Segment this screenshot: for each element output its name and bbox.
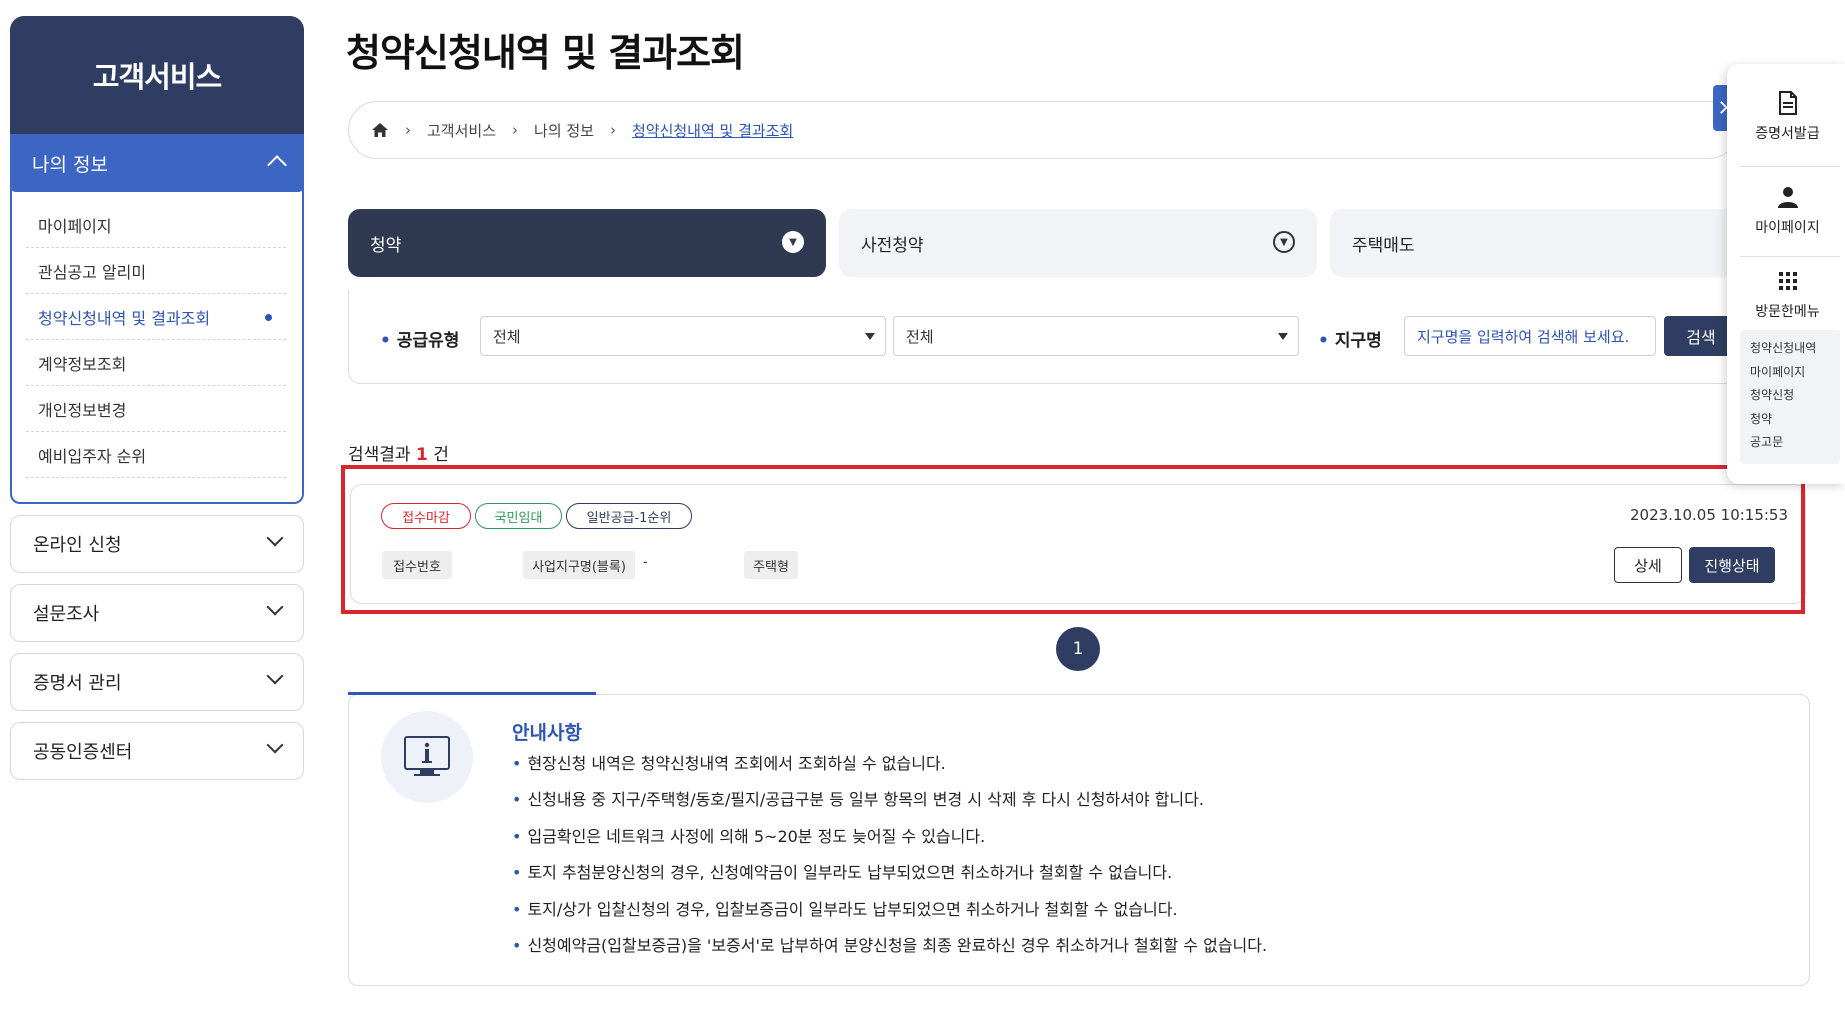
sidebar-item-contract-info[interactable]: 계약정보조회 bbox=[26, 340, 286, 386]
notice-item: • 현장신청 내역은 청약신청내역 조회에서 조회하실 수 없습니다. bbox=[512, 754, 946, 773]
tab-subscription[interactable]: 청약 ▼ bbox=[348, 209, 826, 277]
monitor-info-icon bbox=[404, 736, 450, 776]
chevron-down-icon bbox=[266, 667, 284, 685]
quick-visited-menu[interactable]: 방문한메뉴 bbox=[1730, 250, 1845, 340]
sidebar-group-label: 온라인 신청 bbox=[33, 535, 122, 556]
person-icon bbox=[1776, 185, 1800, 209]
sidebar-title: 고객서비스 bbox=[10, 16, 304, 134]
tab-house-sale[interactable]: 주택매도 bbox=[1330, 209, 1738, 277]
chevron-right-icon: › bbox=[405, 121, 411, 139]
notice-title: 안내사항 bbox=[512, 722, 582, 744]
chevron-down-circle-icon: ▼ bbox=[782, 231, 804, 253]
bullet-icon: • bbox=[380, 331, 391, 351]
recent-menu-item[interactable]: 청약신청내역 bbox=[1750, 338, 1830, 362]
sidebar-item-mypage[interactable]: 마이페이지 bbox=[26, 202, 286, 248]
recent-menu-item[interactable]: 청약 bbox=[1750, 409, 1830, 433]
sidebar-item-interest-alert[interactable]: 관심공고 알리미 bbox=[26, 248, 286, 294]
dropdown-arrow-icon bbox=[1278, 333, 1288, 340]
sidebar-group-label: 공동인증센터 bbox=[33, 742, 133, 763]
sidebar-group-label: 설문조사 bbox=[33, 604, 100, 625]
sidebar-group-my-info[interactable]: 나의 정보 bbox=[10, 134, 304, 192]
quick-item-label: 증명서발급 bbox=[1755, 126, 1820, 142]
select-value: 전체 bbox=[906, 327, 934, 346]
notice-list: • 현장신청 내역은 청약신청내역 조회에서 조회하실 수 없습니다. • 신청내용… bbox=[512, 752, 1267, 970]
quick-item-label: 방문한메뉴 bbox=[1755, 304, 1820, 320]
sidebar-item-waitlist-rank[interactable]: 예비입주자 순위 bbox=[26, 432, 286, 478]
input-placeholder: 지구명을 입력하여 검색해 보세요. bbox=[1417, 327, 1630, 346]
quick-certificate-issue[interactable]: 증명서발급 bbox=[1730, 72, 1845, 162]
notice-item: • 신청예약금(입찰보증금)을 '보증서'로 납부하여 분양신청을 최종 완료하신… bbox=[512, 935, 1268, 955]
quick-item-label: 마이페이지 bbox=[1755, 220, 1820, 236]
notice-item: • 신청내용 중 지구/주택형/동호/필지/공급구분 등 일부 항목의 변경 시 … bbox=[512, 790, 1204, 810]
chevron-right-icon: › bbox=[609, 121, 616, 139]
info-monitor-icon bbox=[381, 711, 473, 803]
document-icon bbox=[1776, 91, 1800, 115]
quick-mypage[interactable]: 마이페이지 bbox=[1730, 166, 1845, 256]
page-number-current[interactable]: 1 bbox=[1056, 627, 1100, 671]
sidebar-item-label: 마이페이지 bbox=[38, 216, 112, 236]
sidebar-item-label: 관심공고 알리미 bbox=[38, 262, 147, 282]
sidebar-item-application-results[interactable]: 청약신청내역 및 결과조회 bbox=[26, 294, 286, 340]
tab-label: 사전청약 bbox=[861, 235, 924, 256]
sidebar-group-online-apply[interactable]: 온라인 신청 bbox=[10, 515, 304, 573]
chevron-down-icon bbox=[266, 736, 284, 754]
breadcrumb-item[interactable]: 고객서비스 bbox=[427, 120, 496, 141]
recent-menu-item[interactable]: 공고문 bbox=[1750, 432, 1830, 456]
sidebar-item-personal-info[interactable]: 개인정보변경 bbox=[26, 386, 286, 432]
chevron-down-icon bbox=[266, 529, 284, 547]
grid-icon bbox=[1776, 269, 1800, 293]
tab-pre-subscription[interactable]: 사전청약 ▼ bbox=[839, 209, 1317, 277]
chevron-right-icon: › bbox=[512, 121, 519, 139]
district-label: • 지구명 bbox=[1318, 331, 1382, 351]
bullet-icon: • bbox=[1318, 331, 1329, 351]
recent-menu-list: 청약신청내역 마이페이지 청약신청 청약 공고문 bbox=[1740, 330, 1840, 464]
notice-item: • 토지/상가 입찰신청의 경우, 입찰보증금이 일부라도 납부되었으면 취소하거… bbox=[512, 899, 1178, 919]
recent-menu-item[interactable]: 청약신청 bbox=[1750, 385, 1830, 409]
select-value: 전체 bbox=[493, 327, 521, 346]
result-count: 검색결과 1 건 bbox=[348, 445, 449, 465]
dropdown-arrow-icon bbox=[865, 333, 875, 340]
supply-type-label: • 공급유형 bbox=[380, 331, 460, 351]
sidebar-group-label: 증명서 관리 bbox=[33, 673, 122, 694]
breadcrumb-item[interactable]: 나의 정보 bbox=[534, 120, 594, 141]
sidebar-group-cert-center[interactable]: 공동인증센터 bbox=[10, 722, 304, 780]
breadcrumb: › 고객서비스 › 나의 정보 › 청약신청내역 및 결과조회 bbox=[348, 101, 1738, 159]
sidebar-group-certificates[interactable]: 증명서 관리 bbox=[10, 653, 304, 711]
home-icon[interactable] bbox=[371, 122, 389, 138]
highlight-box bbox=[341, 465, 1805, 614]
district-search-input[interactable]: 지구명을 입력하여 검색해 보세요. bbox=[1404, 316, 1656, 356]
breadcrumb-current[interactable]: 청약신청내역 및 결과조회 bbox=[632, 120, 793, 141]
chevron-up-icon bbox=[267, 155, 287, 175]
tab-label: 주택매도 bbox=[1352, 235, 1415, 256]
notice-accent-bar bbox=[348, 692, 596, 695]
tab-label: 청약 bbox=[370, 235, 402, 256]
sidebar-item-label: 청약신청내역 및 결과조회 bbox=[38, 308, 211, 328]
page-title: 청약신청내역 및 결과조회 bbox=[346, 31, 745, 75]
notice-item: • 토지 추첨분양신청의 경우, 신청예약금이 일부라도 납부되었으면 취소하거나… bbox=[512, 863, 1173, 883]
selected-dot-icon bbox=[265, 314, 272, 321]
recent-menu-item[interactable]: 마이페이지 bbox=[1750, 362, 1830, 386]
supply-type-select-1[interactable]: 전체 bbox=[480, 316, 886, 356]
sidebar-group-survey[interactable]: 설문조사 bbox=[10, 584, 304, 642]
result-count-number: 1 bbox=[415, 445, 428, 465]
sidebar-item-label: 예비입주자 순위 bbox=[38, 446, 147, 466]
notice-item: • 입금확인은 네트워크 사정에 의해 5~20분 정도 늦어질 수 있습니다. bbox=[512, 826, 986, 846]
chevron-down-icon bbox=[266, 598, 284, 616]
sidebar-item-label: 개인정보변경 bbox=[38, 400, 127, 420]
sidebar-group-label: 나의 정보 bbox=[32, 153, 108, 176]
chevron-down-circle-icon: ▼ bbox=[1273, 231, 1295, 253]
sidebar-item-label: 계약정보조회 bbox=[38, 354, 127, 374]
supply-type-select-2[interactable]: 전체 bbox=[893, 316, 1299, 356]
